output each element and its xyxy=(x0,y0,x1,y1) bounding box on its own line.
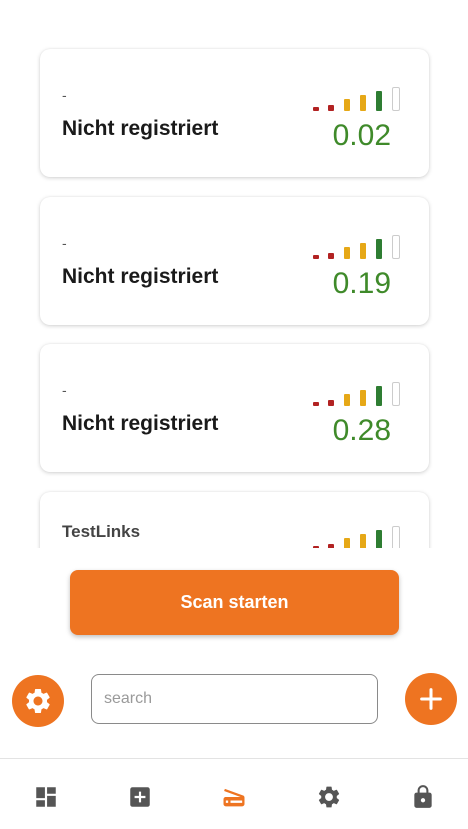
settings-button[interactable] xyxy=(12,675,64,727)
dashboard-icon xyxy=(36,787,56,807)
device-card[interactable]: - Nicht registriert 0.02 xyxy=(40,49,429,177)
device-card[interactable]: - Nicht registriert 0.19 xyxy=(40,197,429,325)
plus-icon xyxy=(420,688,442,710)
device-list[interactable]: - Nicht registriert 0.02 - Nicht registr… xyxy=(0,0,468,548)
device-card[interactable]: - Nicht registriert 0.28 xyxy=(40,344,429,472)
nav-dashboard[interactable] xyxy=(32,783,60,811)
signal-strength-icon xyxy=(313,235,405,259)
device-subtitle: - xyxy=(62,87,67,103)
search-input[interactable] xyxy=(91,674,378,724)
device-value: 0.28 xyxy=(332,414,391,447)
add-box-icon xyxy=(130,787,150,807)
device-name: TestLinks xyxy=(62,522,141,541)
bottom-navigation xyxy=(0,758,468,829)
device-name: Nicht registriert xyxy=(62,117,219,140)
signal-strength-icon xyxy=(313,87,405,111)
gear-icon xyxy=(318,786,340,808)
device-subtitle: - xyxy=(62,382,67,398)
device-value: 0.02 xyxy=(332,119,391,152)
device-name: Nicht registriert xyxy=(62,412,219,435)
device-value: 0.19 xyxy=(332,267,391,300)
scan-start-button[interactable]: Scan starten xyxy=(70,570,399,635)
signal-strength-icon xyxy=(313,382,405,406)
add-button[interactable] xyxy=(405,673,457,725)
device-name: Nicht registriert xyxy=(62,265,219,288)
nav-scan[interactable] xyxy=(220,783,248,811)
signal-strength-icon xyxy=(313,526,405,548)
gear-icon xyxy=(26,689,50,713)
nav-settings[interactable] xyxy=(315,783,343,811)
app-screen: - Nicht registriert 0.02 - Nicht registr… xyxy=(0,0,468,829)
device-card[interactable]: TestLinks xyxy=(40,492,429,548)
nav-lock[interactable] xyxy=(409,783,437,811)
nav-add[interactable] xyxy=(126,783,154,811)
lock-icon xyxy=(414,785,432,808)
scanner-icon xyxy=(223,788,245,807)
device-subtitle: - xyxy=(62,235,67,251)
